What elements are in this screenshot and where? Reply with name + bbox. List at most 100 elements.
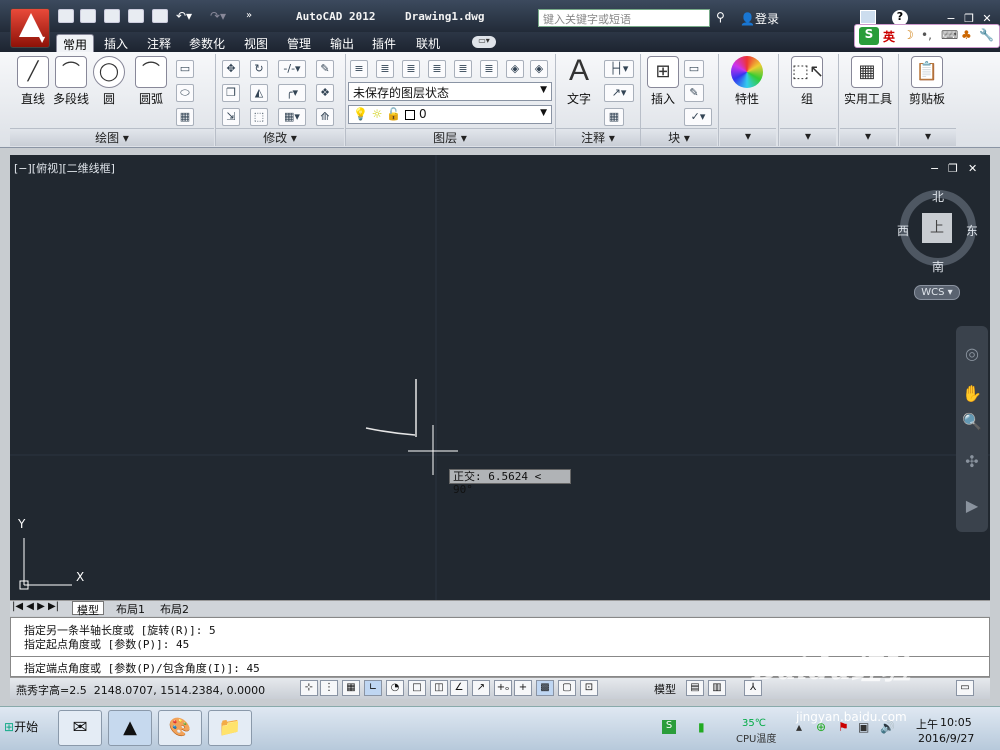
utilities-button[interactable]: ▦ 实用工具 — [844, 56, 892, 107]
array-icon[interactable]: ▦▾ — [278, 108, 306, 126]
moon-icon[interactable]: ☽ — [903, 28, 914, 42]
layer-icon[interactable]: ≣ — [480, 60, 498, 78]
ortho-icon[interactable]: ∟ — [364, 680, 382, 696]
taskbar-explorer-icon[interactable]: 📁 — [208, 710, 252, 746]
text-button[interactable]: A 文字 — [558, 56, 600, 107]
steering-wheel-icon[interactable]: ◎ — [962, 344, 982, 364]
exchange-icon[interactable] — [860, 10, 876, 24]
undo-icon[interactable]: ↶▾ — [176, 9, 192, 23]
clipboard-button[interactable]: 📋 剪贴板 — [906, 56, 948, 107]
clean-screen-icon[interactable]: ▭ — [956, 680, 974, 696]
save-as-icon[interactable] — [128, 9, 144, 23]
tab-home[interactable]: 常用 — [56, 34, 95, 52]
dimension-icon[interactable]: ├┤▾ — [604, 60, 634, 78]
stretch-icon[interactable]: ⇲ — [222, 108, 240, 126]
layer-icon[interactable]: ◈ — [506, 60, 524, 78]
pan-icon[interactable]: ✋ — [962, 384, 982, 404]
snap-icon[interactable]: ⋮ — [320, 680, 338, 696]
layer-icon[interactable]: ≣ — [428, 60, 446, 78]
layout-nav-arrows[interactable]: |◀ ◀ ▶ ▶| — [12, 601, 59, 612]
skin-icon[interactable]: ♣ — [961, 28, 972, 42]
polar-icon[interactable]: ◔ — [386, 680, 404, 696]
fillet-icon[interactable]: ╭▾ — [278, 84, 306, 102]
compass-south[interactable]: 南 — [932, 258, 944, 275]
osnap-icon[interactable]: □ — [408, 680, 426, 696]
erase-icon[interactable]: ✎ — [316, 60, 334, 78]
group-panel-title[interactable]: ▾ — [780, 128, 836, 146]
ellipse-icon[interactable]: ⬭ — [176, 84, 194, 102]
quick-view-layouts-icon[interactable]: ▤ — [686, 680, 704, 696]
viewport-label[interactable]: [−][俯视][二维线框] — [14, 160, 115, 176]
tab-output[interactable]: 输出 — [324, 34, 360, 52]
tab-online[interactable]: 联机 — [410, 34, 446, 52]
lineweight-icon[interactable]: + — [514, 680, 532, 696]
leader-icon[interactable]: ↗▾ — [604, 84, 634, 102]
ime-lang[interactable]: 英 — [883, 28, 895, 45]
annotation-panel-title[interactable]: 注释 ▾ — [556, 128, 640, 146]
new-icon[interactable] — [58, 9, 74, 23]
drawing-canvas[interactable] — [10, 155, 990, 600]
circle-button[interactable]: ◯ 圆 — [88, 56, 130, 107]
binoculars-icon[interactable]: ⚲ — [716, 10, 734, 24]
tab-model[interactable]: 模型 — [72, 601, 104, 617]
tray-usb-icon[interactable]: ▮ — [698, 720, 705, 734]
tab-layout2[interactable]: 布局2 — [156, 601, 193, 616]
utilities-panel-title[interactable]: ▾ — [840, 128, 896, 146]
taskbar-paint-icon[interactable]: 🎨 — [158, 710, 202, 746]
3d-osnap-icon[interactable]: ◫ — [430, 680, 448, 696]
layer-icon[interactable]: ≣ — [376, 60, 394, 78]
taskbar-autocad-icon[interactable]: ▲ — [108, 710, 152, 746]
tray-sogou-icon[interactable]: S — [662, 720, 676, 734]
qat-more-icon[interactable]: » — [246, 10, 252, 21]
punct-icon[interactable]: •, — [921, 28, 932, 42]
viewcube-top-face[interactable]: 上 — [922, 213, 952, 243]
current-layer-dropdown[interactable]: 💡 ☼ 🔓 0 ▼ — [348, 105, 552, 124]
edit-block-icon[interactable]: ✎ — [684, 84, 704, 102]
layers-panel-title[interactable]: 图层 ▾ — [346, 128, 554, 146]
taskbar-outlook-icon[interactable]: ✉ — [58, 710, 102, 746]
clock-date[interactable]: 2016/9/27 — [918, 732, 974, 745]
rectangle-icon[interactable]: ▭ — [176, 60, 194, 78]
hatch-icon[interactable]: ▦ — [176, 108, 194, 126]
group-button[interactable]: ⬚↖ 组 — [786, 56, 828, 107]
polyline-button[interactable]: ⌒ 多段线 — [50, 56, 92, 107]
explode-icon[interactable]: ❖ — [316, 84, 334, 102]
viewport-restore-button[interactable]: ❐ — [948, 162, 958, 175]
dyn-icon[interactable]: +ₒ — [494, 680, 512, 696]
block-panel-title[interactable]: 块 ▾ — [641, 128, 717, 146]
scale-icon[interactable]: ⬚ — [250, 108, 268, 126]
move-icon[interactable]: ✥ — [222, 60, 240, 78]
print-icon[interactable] — [152, 9, 168, 23]
infer-icon[interactable]: ⊹ — [300, 680, 318, 696]
layer-icon[interactable]: ◈ — [530, 60, 548, 78]
tab-layout1[interactable]: 布局1 — [112, 601, 149, 616]
copy-icon[interactable]: ❐ — [222, 84, 240, 102]
open-icon[interactable] — [80, 9, 96, 23]
zoom-icon[interactable]: 🔍 — [962, 412, 982, 432]
application-menu-button[interactable]: ▼ — [10, 8, 50, 48]
quick-props-icon[interactable]: ▢ — [558, 680, 576, 696]
rotate-icon[interactable]: ↻ — [250, 60, 268, 78]
line-button[interactable]: ╱ 直线 — [12, 56, 54, 107]
wcs-menu[interactable]: WCS ▾ — [914, 285, 960, 300]
tab-annotate[interactable]: 注释 — [141, 34, 177, 52]
login-button[interactable]: 👤登录 — [740, 10, 779, 27]
insert-block-button[interactable]: ⊞ 插入 — [642, 56, 684, 107]
compass-north[interactable]: 北 — [932, 188, 944, 205]
clock-time[interactable]: 10:05 — [940, 716, 972, 729]
modify-panel-title[interactable]: 修改 ▾ — [216, 128, 344, 146]
tab-view[interactable]: 视图 — [238, 34, 274, 52]
viewport-close-button[interactable]: ✕ — [968, 162, 977, 175]
arc-button[interactable]: ⌒ 圆弧 — [130, 56, 172, 107]
selection-cycling-icon[interactable]: ⊡ — [580, 680, 598, 696]
compass-east[interactable]: 东 — [966, 222, 978, 239]
draw-panel-title[interactable]: 绘图 ▾ — [10, 128, 214, 146]
model-space-button[interactable]: 模型 — [654, 681, 676, 697]
trim-icon[interactable]: -/-▾ — [278, 60, 306, 78]
compass-west[interactable]: 西 — [897, 222, 909, 239]
coordinate-readout[interactable]: 燕秀字高=2.5 2148.0707, 1514.2384, 0.0000 — [16, 682, 265, 698]
transparency-icon[interactable]: ▩ — [536, 680, 554, 696]
layer-icon[interactable]: ≣ — [454, 60, 472, 78]
grid-icon[interactable]: ▦ — [342, 680, 360, 696]
create-block-icon[interactable]: ▭ — [684, 60, 704, 78]
